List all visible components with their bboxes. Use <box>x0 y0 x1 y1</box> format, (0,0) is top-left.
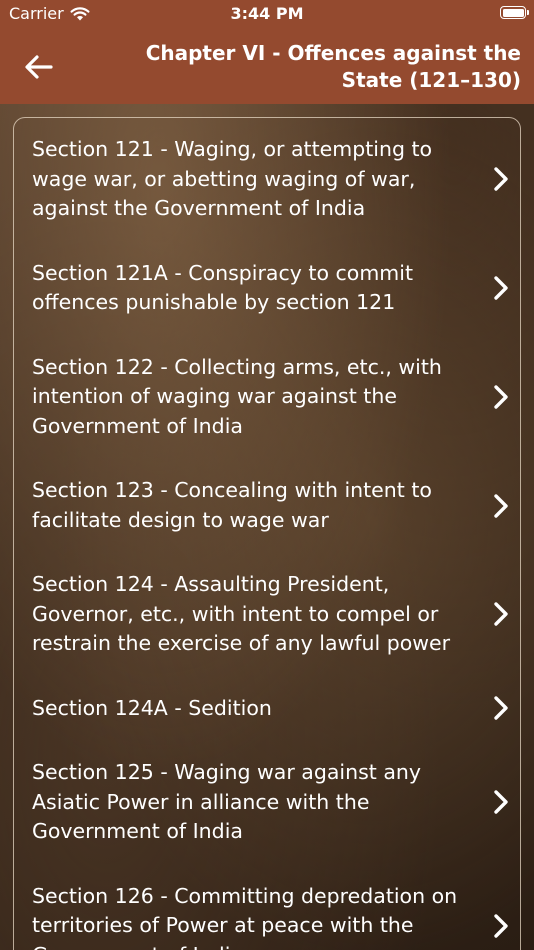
section-label: Section 121 - Waging, or attempting to w… <box>32 137 433 220</box>
list-item-section-124[interactable]: Section 124 - Assaulting President, Gove… <box>14 553 520 677</box>
section-label: Section 125 - Waging war against any Asi… <box>32 760 422 843</box>
chevron-right-icon <box>494 276 508 300</box>
back-button[interactable] <box>18 46 60 88</box>
section-label: Section 126 - Committing depredation on … <box>32 883 458 950</box>
back-arrow-icon <box>25 55 53 79</box>
status-time: 3:44 PM <box>230 4 304 23</box>
section-list[interactable]: Section 121 - Waging, or attempting to w… <box>13 117 521 950</box>
list-item-section-124a[interactable]: Section 124A - Sedition <box>14 677 520 742</box>
section-label: Section 122 - Collecting arms, etc., wit… <box>32 354 442 438</box>
chevron-right-icon <box>494 493 508 518</box>
chevron-right-icon <box>494 696 508 720</box>
chevron-right-icon <box>494 385 508 409</box>
battery-icon <box>500 6 529 19</box>
list-item-section-122[interactable]: Section 122 - Collecting arms, etc., wit… <box>14 336 520 460</box>
list-item-section-125[interactable]: Section 125 - Waging war against any Asi… <box>14 741 520 865</box>
list-item-section-121a[interactable]: Section 121A - Conspiracy to commit offe… <box>14 242 520 336</box>
navigation-bar: Chapter VI - Offences against the State … <box>0 28 534 104</box>
section-label: Section 123 - Concealing with intent to … <box>32 478 432 532</box>
chevron-right-icon <box>494 602 508 626</box>
list-item-section-121[interactable]: Section 121 - Waging, or attempting to w… <box>14 118 520 242</box>
section-label: Section 121A - Conspiracy to commit offe… <box>32 260 413 315</box>
chevron-right-icon <box>494 914 508 938</box>
list-item-section-126[interactable]: Section 126 - Committing depredation on … <box>14 865 520 950</box>
chevron-right-icon <box>494 790 508 814</box>
page-title: Chapter VI - Offences against the State … <box>145 41 521 92</box>
list-item-section-123[interactable]: Section 123 - Concealing with intent to … <box>14 459 520 553</box>
section-label: Section 124 - Assaulting President, Gove… <box>32 572 451 655</box>
section-label: Section 124A - Sedition <box>32 695 272 720</box>
status-bar: Carrier 3:44 PM <box>0 0 534 28</box>
chevron-right-icon <box>494 167 508 191</box>
